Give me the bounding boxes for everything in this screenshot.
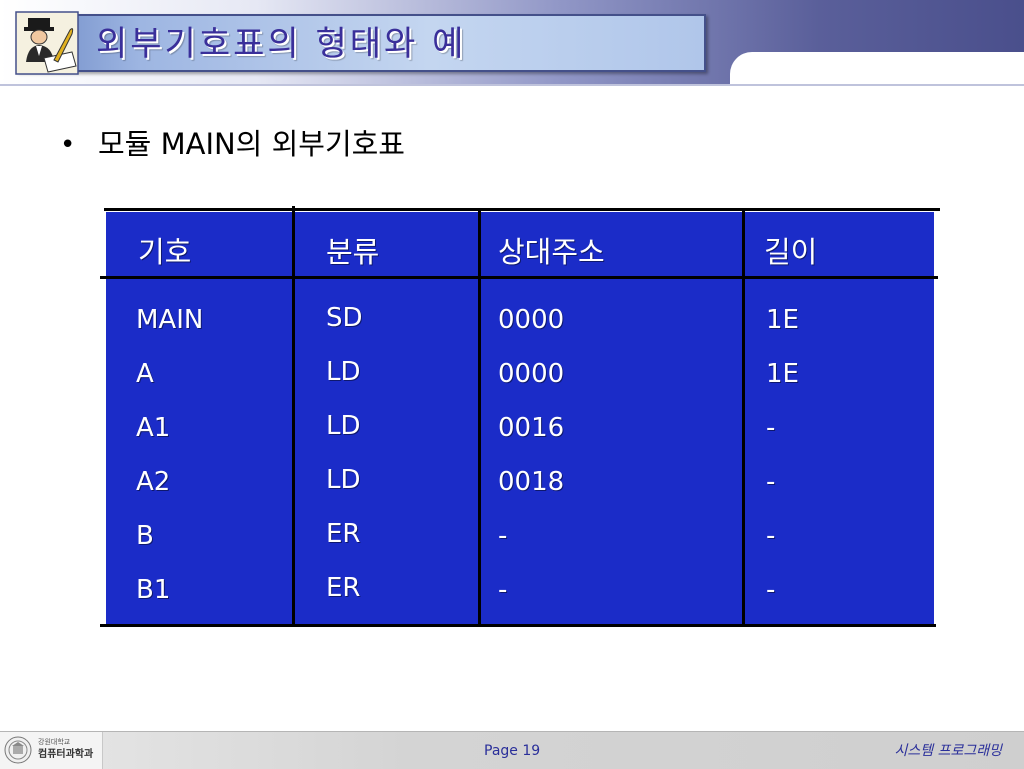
cell-address: 0000 xyxy=(498,359,565,389)
cell-type: LD xyxy=(326,357,361,387)
cell-type: LD xyxy=(326,465,361,495)
cell-address: 0016 xyxy=(498,413,565,443)
cell-type: LD xyxy=(326,411,361,441)
header-decoration-tab xyxy=(730,52,1024,84)
slide-title: 외부기호표의 형태와 예 xyxy=(96,24,467,64)
header-divider xyxy=(0,84,1024,86)
footer-university: 강원대학교 xyxy=(38,738,71,746)
column-header-relative-address: 상대주소 xyxy=(498,235,605,269)
slide-header: 외부기호표의 형태와 예 xyxy=(0,0,1024,84)
cell-type: SD xyxy=(326,303,363,333)
cell-length: - xyxy=(766,575,776,605)
cell-length: - xyxy=(766,521,776,551)
cell-symbol: MAIN xyxy=(136,305,204,335)
table-top-rule xyxy=(104,208,940,211)
cell-length: - xyxy=(766,413,776,443)
table-bottom-rule xyxy=(100,624,936,627)
course-title: 시스템 프로그래밍 xyxy=(894,743,1003,759)
cell-address: 0018 xyxy=(498,467,565,497)
cell-address: - xyxy=(498,575,508,605)
slide-footer: 강원대학교 컴퓨터과학과 Page 19 시스템 프로그래밍 xyxy=(0,731,1024,769)
cell-address: 0000 xyxy=(498,305,565,335)
bullet-text: 모듈 MAIN의 외부기호표 xyxy=(98,127,405,161)
table-col-divider-3 xyxy=(742,208,745,626)
table-col-divider-1 xyxy=(292,206,295,626)
table-col-divider-2 xyxy=(478,208,481,626)
cell-type: ER xyxy=(326,573,361,603)
column-header-symbol: 기호 xyxy=(138,235,192,269)
page-number: Page 19 xyxy=(484,743,541,759)
bullet-marker: • xyxy=(60,130,76,160)
university-seal-icon xyxy=(4,736,32,764)
cell-symbol: B xyxy=(136,521,154,551)
cell-type: ER xyxy=(326,519,361,549)
cell-length: 1E xyxy=(766,305,799,335)
cell-length: - xyxy=(766,467,776,497)
column-header-type: 분류 xyxy=(326,235,380,269)
cell-symbol: A2 xyxy=(136,467,171,497)
footer-logo: 강원대학교 컴퓨터과학과 xyxy=(0,732,103,769)
cell-symbol: A xyxy=(136,359,154,389)
cell-address: - xyxy=(498,521,508,551)
cell-symbol: B1 xyxy=(136,575,171,605)
column-header-length: 길이 xyxy=(764,235,818,269)
footer-department: 컴퓨터과학과 xyxy=(38,749,94,760)
writer-clipart-icon xyxy=(15,11,79,75)
cell-length: 1E xyxy=(766,359,799,389)
external-symbol-table: 기호 분류 상대주소 길이 MAIN SD 0000 1E A LD 0000 … xyxy=(100,206,940,630)
table-header-rule xyxy=(100,276,938,279)
cell-symbol: A1 xyxy=(136,413,171,443)
